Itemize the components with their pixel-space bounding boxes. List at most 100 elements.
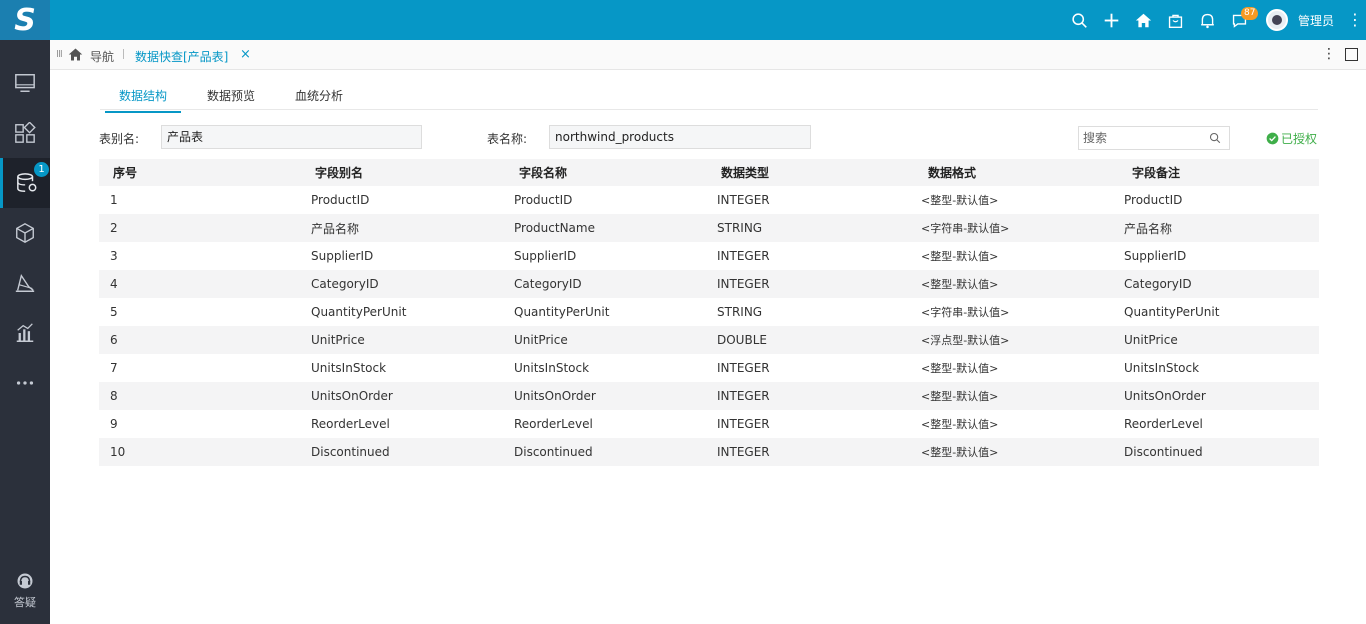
table-row[interactable]: 7 UnitsInStock UnitsInStock INTEGER <整型-默认值>… bbox=[99, 354, 1319, 382]
headset-icon bbox=[17, 573, 33, 589]
table-cell: UnitPrice bbox=[1124, 333, 1178, 347]
sidebar-item-data[interactable]: 1 bbox=[0, 158, 50, 208]
search-input[interactable] bbox=[1079, 127, 1199, 149]
more-vertical-icon[interactable]: ⋮ bbox=[1322, 46, 1336, 62]
tab-product-table[interactable]: 数据快查[产品表] bbox=[135, 48, 228, 65]
app-logo[interactable]: S bbox=[0, 0, 50, 40]
sidebar-badge: 1 bbox=[34, 162, 49, 177]
table-cell: CategoryID bbox=[311, 277, 379, 291]
column-header: 数据类型 bbox=[721, 166, 770, 180]
table-cell: 产品名称 bbox=[1124, 221, 1173, 236]
table-row[interactable]: 4 CategoryID CategoryID INTEGER <整型-默认值> Cate… bbox=[99, 270, 1319, 298]
help-label: 答疑 bbox=[14, 596, 36, 609]
table-cell: CategoryID bbox=[514, 277, 582, 291]
table-cell: INTEGER bbox=[717, 445, 770, 459]
bag-icon[interactable] bbox=[1160, 0, 1192, 40]
tab-lineage-analysis[interactable]: 血统分析 bbox=[295, 87, 343, 111]
cube-icon bbox=[16, 223, 34, 243]
table-row[interactable]: 3 SupplierID SupplierID INTEGER <整型-默认值> Supp… bbox=[99, 242, 1319, 270]
column-header: 序号 bbox=[113, 166, 138, 180]
search-box[interactable] bbox=[1078, 126, 1230, 150]
table-name-label: 表名称: bbox=[487, 132, 528, 146]
search-icon[interactable] bbox=[1064, 0, 1096, 40]
alias-field[interactable]: 产品表 bbox=[161, 125, 422, 149]
sidebar-item-apps[interactable] bbox=[0, 108, 50, 158]
table-cell: INTEGER bbox=[717, 417, 770, 431]
tab-divider bbox=[123, 49, 124, 59]
more-vertical-icon[interactable]: ⋮ bbox=[1344, 0, 1366, 40]
table-cell: 3 bbox=[110, 249, 118, 263]
table-cell: Discontinued bbox=[311, 445, 390, 459]
table-cell: UnitsOnOrder bbox=[514, 389, 596, 403]
user-name[interactable]: 管理员 bbox=[1298, 12, 1334, 29]
table-cell: CategoryID bbox=[1124, 277, 1192, 291]
table-cell: <字符串-默认值> bbox=[921, 306, 1010, 319]
table-cell: UnitsInStock bbox=[311, 361, 387, 375]
tab-navigation[interactable]: 导航 bbox=[90, 48, 114, 65]
authorized-label: 已授权 bbox=[1281, 132, 1318, 146]
top-bar: 87 管理员 ⋮ bbox=[50, 0, 1366, 40]
table-cell: Discontinued bbox=[514, 445, 593, 459]
sidebar: 1 答疑 bbox=[0, 40, 50, 624]
table-row[interactable]: 6 UnitPrice UnitPrice DOUBLE <浮点型-默认值> UnitPr… bbox=[99, 326, 1319, 354]
tab-data-preview[interactable]: 数据预览 bbox=[207, 87, 255, 111]
table-row[interactable]: 10 Discontinued Discontinued INTEGER <整型-默认值… bbox=[99, 438, 1319, 466]
column-header: 字段名称 bbox=[519, 166, 568, 180]
home-icon[interactable] bbox=[68, 47, 83, 65]
table-cell: DOUBLE bbox=[717, 333, 767, 347]
help-button[interactable]: 答疑 bbox=[0, 572, 50, 610]
grip-icon[interactable]: III bbox=[56, 49, 63, 60]
column-header: 字段备注 bbox=[1132, 166, 1181, 180]
table-cell: <整型-默认值> bbox=[921, 446, 999, 459]
authorized-status: 已授权 bbox=[1266, 130, 1317, 147]
search-icon[interactable] bbox=[1209, 132, 1221, 144]
table-header: 序号 字段别名 字段名称 数据类型 数据格式 字段备注 bbox=[99, 159, 1319, 186]
table-cell: <字符串-默认值> bbox=[921, 222, 1010, 235]
layers-chart-icon bbox=[15, 273, 35, 292]
table-cell: 1 bbox=[110, 193, 118, 207]
table-cell: ReorderLevel bbox=[514, 417, 593, 431]
close-icon[interactable]: × bbox=[240, 47, 251, 62]
table-cell: SupplierID bbox=[311, 249, 374, 263]
sub-tabs: 数据结构 数据预览 血统分析 bbox=[100, 80, 1318, 113]
table-cell: <整型-默认值> bbox=[921, 194, 999, 207]
bell-icon[interactable] bbox=[1192, 0, 1224, 40]
add-icon[interactable] bbox=[1096, 0, 1128, 40]
message-icon[interactable]: 87 bbox=[1224, 0, 1259, 40]
table-cell: ReorderLevel bbox=[1124, 417, 1203, 431]
sidebar-item-analysis[interactable] bbox=[0, 308, 50, 358]
table-row[interactable]: 8 UnitsOnOrder UnitsOnOrder INTEGER <整型-默认值>… bbox=[99, 382, 1319, 410]
table-cell: STRING bbox=[717, 305, 763, 319]
avatar[interactable] bbox=[1265, 9, 1288, 31]
table-cell: ProductID bbox=[1124, 193, 1183, 207]
monitor-icon bbox=[15, 74, 35, 92]
table-cell: 4 bbox=[110, 277, 118, 291]
table-cell: STRING bbox=[717, 221, 763, 235]
table-cell: QuantityPerUnit bbox=[311, 305, 407, 319]
table-row[interactable]: 2 产品名称 ProductName STRING <字符串-默认值> 产品名称 bbox=[99, 214, 1319, 242]
more-dots-icon bbox=[16, 381, 34, 385]
maximize-icon[interactable] bbox=[1345, 48, 1358, 61]
sidebar-item-more[interactable] bbox=[0, 358, 50, 408]
table-name-field[interactable]: northwind_products bbox=[549, 125, 811, 149]
table-row[interactable]: 1 ProductID ProductID INTEGER <整型-默认值> Produc… bbox=[99, 186, 1319, 214]
table-cell: UnitsInStock bbox=[1124, 361, 1200, 375]
table-cell: 10 bbox=[110, 445, 126, 459]
table-cell: 产品名称 bbox=[311, 221, 360, 236]
table-row[interactable]: 5 QuantityPerUnit QuantityPerUnit STRING <字符… bbox=[99, 298, 1319, 326]
table-cell: 9 bbox=[110, 417, 118, 431]
table-cell: UnitsOnOrder bbox=[1124, 389, 1206, 403]
table-cell: <整型-默认值> bbox=[921, 362, 999, 375]
table-cell: ProductID bbox=[311, 193, 370, 207]
home-icon[interactable] bbox=[1128, 0, 1160, 40]
table-row[interactable]: 9 ReorderLevel ReorderLevel INTEGER <整型-默认值>… bbox=[99, 410, 1319, 438]
notification-badge: 87 bbox=[1240, 7, 1259, 20]
table-cell: 6 bbox=[110, 333, 118, 347]
table-cell: QuantityPerUnit bbox=[514, 305, 610, 319]
table-cell: ProductName bbox=[514, 221, 595, 235]
sidebar-item-layers[interactable] bbox=[0, 258, 50, 308]
tab-data-structure[interactable]: 数据结构 bbox=[105, 87, 182, 113]
table-cell: QuantityPerUnit bbox=[1124, 305, 1220, 319]
sidebar-item-cube[interactable] bbox=[0, 208, 50, 258]
sidebar-item-monitor[interactable] bbox=[0, 58, 50, 108]
